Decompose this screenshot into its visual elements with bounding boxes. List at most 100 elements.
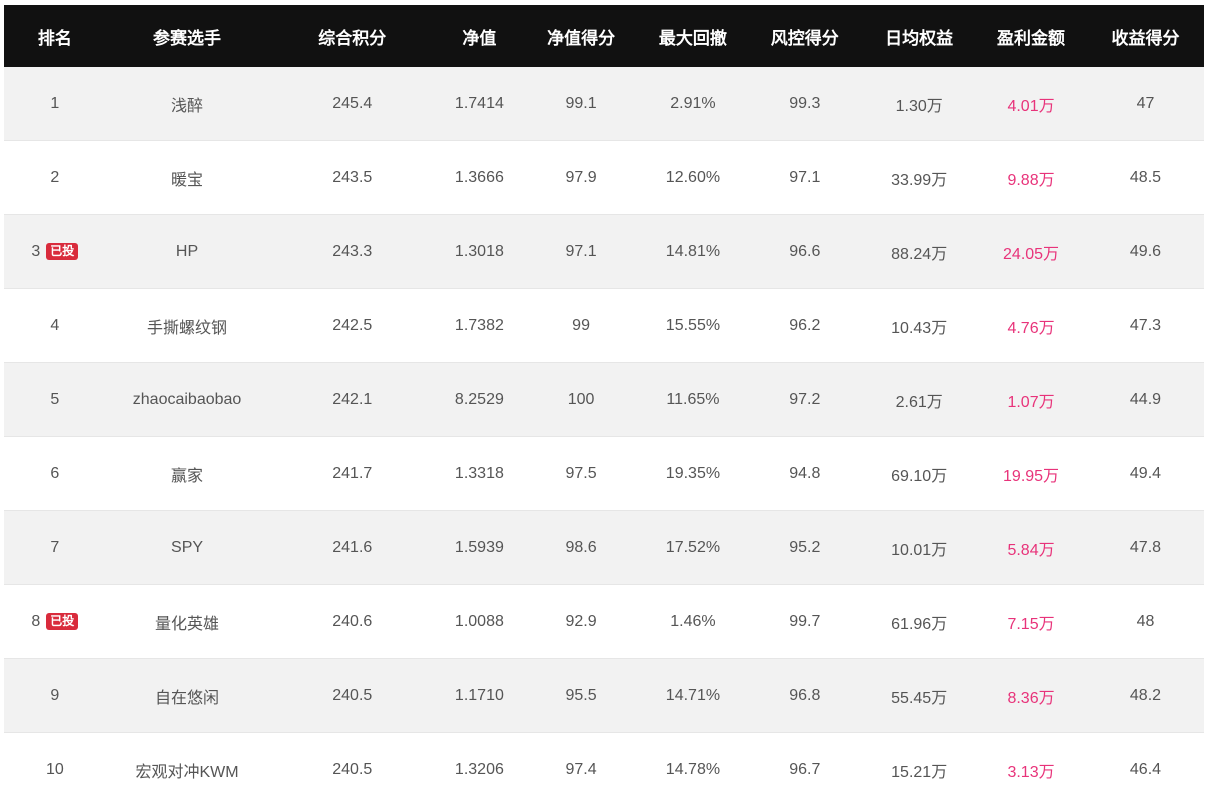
table-row[interactable]: 5 zhaocaibaobao 242.1 8.2529 100 11.65% … [4, 363, 1204, 437]
rank-number: 10 [46, 761, 64, 778]
rank-cell: 2 [4, 141, 106, 215]
max-drawdown: 2.91% [640, 67, 747, 141]
total-score: 240.6 [268, 585, 436, 659]
table-row[interactable]: 8已投 量化英雄 240.6 1.0088 92.9 1.46% 99.7 61… [4, 585, 1204, 659]
total-score: 245.4 [268, 67, 436, 141]
risk-score: 94.8 [746, 437, 863, 511]
risk-score: 97.2 [746, 363, 863, 437]
profit-amount: 3.13万 [975, 733, 1087, 806]
return-score: 47.3 [1087, 289, 1204, 363]
rank-number: 6 [50, 465, 59, 482]
profit-amount: 9.88万 [975, 141, 1087, 215]
risk-score: 99.3 [746, 67, 863, 141]
rank-cell: 9 [4, 659, 106, 733]
header-avg-equity: 日均权益 [863, 5, 975, 67]
return-score: 48.5 [1087, 141, 1204, 215]
rank-cell: 6 [4, 437, 106, 511]
player-name[interactable]: 赢家 [106, 437, 269, 511]
table-header: 排名 参赛选手 综合积分 净值 净值得分 最大回撤 风控得分 日均权益 盈利金额… [4, 5, 1204, 67]
total-score: 240.5 [268, 659, 436, 733]
return-score: 47 [1087, 67, 1204, 141]
avg-equity: 2.61万 [863, 363, 975, 437]
nav-value: 1.5939 [436, 511, 522, 585]
max-drawdown: 14.78% [640, 733, 747, 806]
rank-cell: 8已投 [4, 585, 106, 659]
profit-amount: 19.95万 [975, 437, 1087, 511]
avg-equity: 10.43万 [863, 289, 975, 363]
player-name[interactable]: SPY [106, 511, 269, 585]
nav-score: 95.5 [523, 659, 640, 733]
player-name[interactable]: 宏观对冲KWM [106, 733, 269, 806]
rank-number: 5 [50, 391, 59, 408]
return-score: 49.4 [1087, 437, 1204, 511]
nav-score: 97.9 [523, 141, 640, 215]
invested-badge: 已投 [46, 243, 78, 260]
rank-cell: 7 [4, 511, 106, 585]
table-row[interactable]: 10 宏观对冲KWM 240.5 1.3206 97.4 14.78% 96.7… [4, 733, 1204, 806]
player-name[interactable]: 自在悠闲 [106, 659, 269, 733]
header-profit: 盈利金额 [975, 5, 1087, 67]
profit-amount: 8.36万 [975, 659, 1087, 733]
avg-equity: 55.45万 [863, 659, 975, 733]
player-name[interactable]: 手撕螺纹钢 [106, 289, 269, 363]
nav-score: 99.1 [523, 67, 640, 141]
nav-value: 1.7382 [436, 289, 522, 363]
player-name[interactable]: 浅醉 [106, 67, 269, 141]
risk-score: 96.8 [746, 659, 863, 733]
player-name[interactable]: zhaocaibaobao [106, 363, 269, 437]
nav-score: 97.4 [523, 733, 640, 806]
return-score: 49.6 [1087, 215, 1204, 289]
table-row[interactable]: 9 自在悠闲 240.5 1.1710 95.5 14.71% 96.8 55.… [4, 659, 1204, 733]
avg-equity: 69.10万 [863, 437, 975, 511]
avg-equity: 88.24万 [863, 215, 975, 289]
nav-value: 8.2529 [436, 363, 522, 437]
rank-number: 3 [31, 243, 40, 260]
total-score: 242.5 [268, 289, 436, 363]
max-drawdown: 15.55% [640, 289, 747, 363]
nav-value: 1.3018 [436, 215, 522, 289]
nav-value: 1.3206 [436, 733, 522, 806]
nav-value: 1.0088 [436, 585, 522, 659]
ranking-table: 排名 参赛选手 综合积分 净值 净值得分 最大回撤 风控得分 日均权益 盈利金额… [4, 5, 1204, 806]
profit-amount: 4.76万 [975, 289, 1087, 363]
table-body: 1 浅醉 245.4 1.7414 99.1 2.91% 99.3 1.30万 … [4, 67, 1204, 806]
profit-amount: 5.84万 [975, 511, 1087, 585]
avg-equity: 15.21万 [863, 733, 975, 806]
profit-amount: 4.01万 [975, 67, 1087, 141]
nav-score: 98.6 [523, 511, 640, 585]
player-name[interactable]: 量化英雄 [106, 585, 269, 659]
table-row[interactable]: 6 赢家 241.7 1.3318 97.5 19.35% 94.8 69.10… [4, 437, 1204, 511]
rank-number: 8 [31, 613, 40, 630]
nav-value: 1.1710 [436, 659, 522, 733]
max-drawdown: 14.71% [640, 659, 747, 733]
max-drawdown: 14.81% [640, 215, 747, 289]
table-row[interactable]: 3已投 HP 243.3 1.3018 97.1 14.81% 96.6 88.… [4, 215, 1204, 289]
header-row: 排名 参赛选手 综合积分 净值 净值得分 最大回撤 风控得分 日均权益 盈利金额… [4, 5, 1204, 67]
avg-equity: 33.99万 [863, 141, 975, 215]
table-row[interactable]: 4 手撕螺纹钢 242.5 1.7382 99 15.55% 96.2 10.4… [4, 289, 1204, 363]
max-drawdown: 1.46% [640, 585, 747, 659]
max-drawdown: 17.52% [640, 511, 747, 585]
header-return-score: 收益得分 [1087, 5, 1204, 67]
player-name[interactable]: HP [106, 215, 269, 289]
return-score: 46.4 [1087, 733, 1204, 806]
table-row[interactable]: 7 SPY 241.6 1.5939 98.6 17.52% 95.2 10.0… [4, 511, 1204, 585]
rank-cell: 10 [4, 733, 106, 806]
table-row[interactable]: 1 浅醉 245.4 1.7414 99.1 2.91% 99.3 1.30万 … [4, 67, 1204, 141]
rank-number: 2 [50, 169, 59, 186]
risk-score: 96.6 [746, 215, 863, 289]
nav-value: 1.3318 [436, 437, 522, 511]
nav-value: 1.3666 [436, 141, 522, 215]
rank-cell: 4 [4, 289, 106, 363]
header-risk-score: 风控得分 [746, 5, 863, 67]
risk-score: 96.2 [746, 289, 863, 363]
rank-number: 9 [50, 687, 59, 704]
header-rank: 排名 [4, 5, 106, 67]
rank-cell: 5 [4, 363, 106, 437]
player-name[interactable]: 暖宝 [106, 141, 269, 215]
rank-number: 4 [50, 317, 59, 334]
return-score: 48 [1087, 585, 1204, 659]
table-row[interactable]: 2 暖宝 243.5 1.3666 97.9 12.60% 97.1 33.99… [4, 141, 1204, 215]
header-nav: 净值 [436, 5, 522, 67]
total-score: 240.5 [268, 733, 436, 806]
